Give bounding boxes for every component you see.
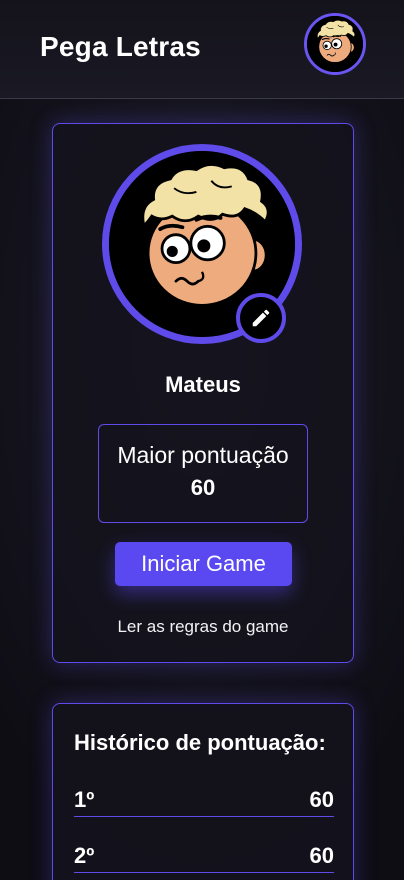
high-score-value: 60 (190, 475, 216, 500)
app-title: Pega Letras (40, 31, 201, 62)
history-rank: 2º (74, 842, 95, 868)
cartoon-boy-avatar-icon (307, 16, 363, 72)
read-rules-link[interactable]: Ler as regras do game (53, 617, 353, 637)
profile-card: Mateus Maior pontuação 60 Iniciar Game L… (52, 123, 354, 663)
pencil-icon (252, 309, 270, 327)
high-score-label: Maior pontuação (117, 442, 289, 468)
history-score: 60 (309, 786, 334, 812)
history-title: Histórico de pontuação: (74, 730, 326, 755)
start-game-button[interactable]: Iniciar Game (115, 542, 292, 586)
history-row: 2º 60 (74, 839, 334, 873)
history-score: 60 (309, 842, 334, 868)
app-header: Pega Letras (0, 0, 404, 99)
score-history-card: Histórico de pontuação: 1º 60 2º 60 (52, 703, 354, 880)
high-score-box: Maior pontuação 60 (98, 424, 308, 523)
profile-avatar-button[interactable] (304, 13, 366, 75)
history-rank: 1º (74, 786, 95, 812)
history-row: 1º 60 (74, 783, 334, 817)
player-name: Mateus (165, 372, 241, 397)
edit-avatar-button[interactable] (236, 293, 286, 343)
